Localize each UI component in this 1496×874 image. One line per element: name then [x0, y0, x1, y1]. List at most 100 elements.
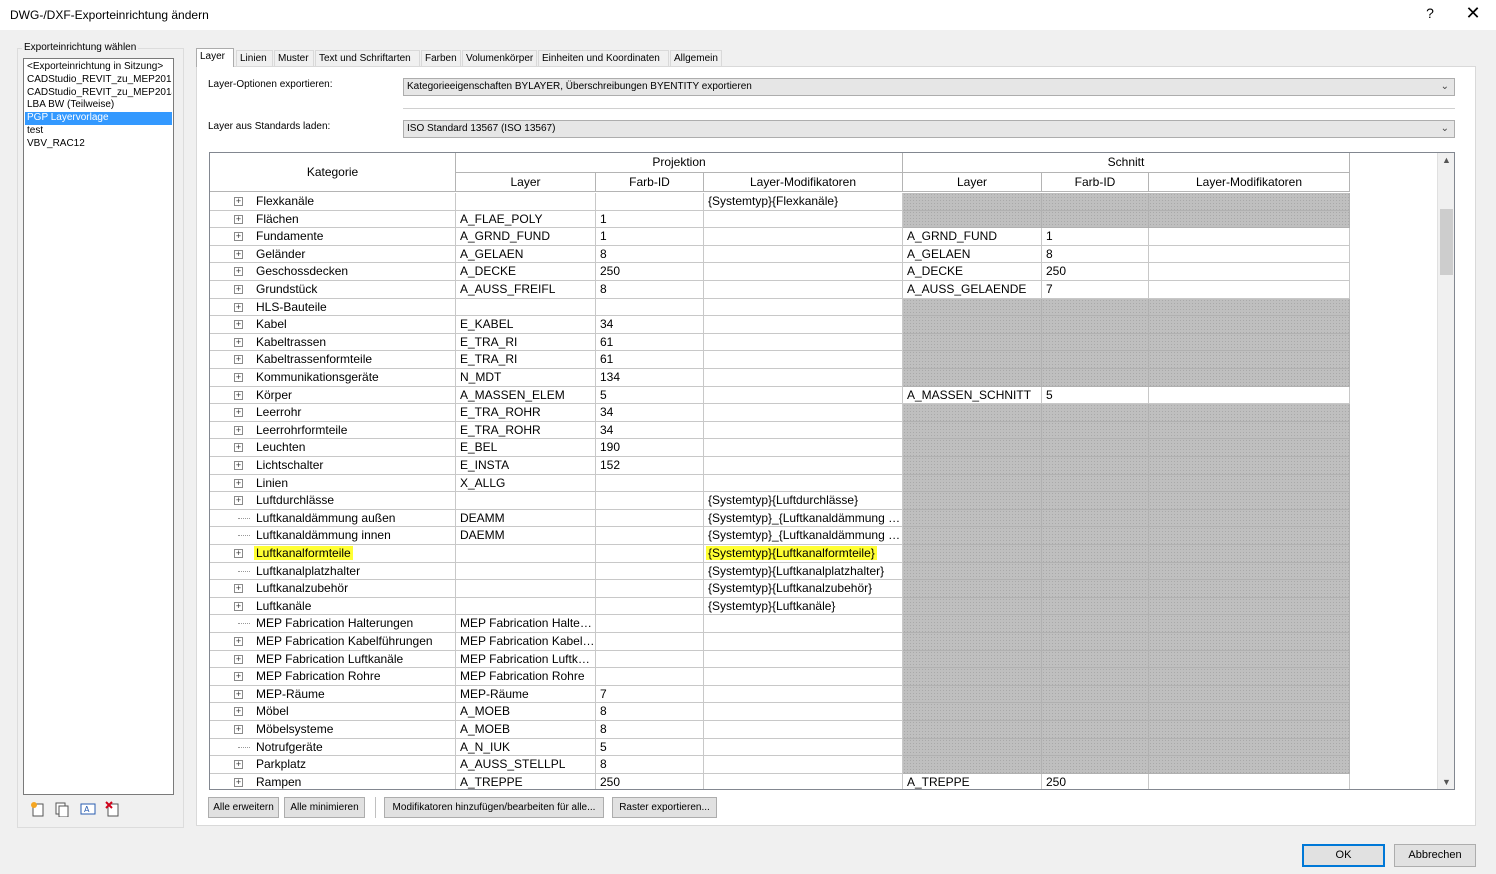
rename-setup-icon[interactable]: A: [80, 801, 96, 817]
schnitt-mod-cell[interactable]: [1149, 351, 1350, 369]
table-row[interactable]: + Leerrohr E_TRA_ROHR 34: [210, 404, 1438, 422]
schnitt-mod-cell[interactable]: [1149, 633, 1350, 651]
setup-list-item[interactable]: PGP Layervorlage: [25, 112, 172, 125]
proj-mod-cell[interactable]: [704, 615, 903, 633]
expand-icon[interactable]: +: [234, 337, 243, 347]
proj-farb-cell[interactable]: [596, 545, 704, 563]
expand-icon[interactable]: +: [234, 672, 243, 682]
tab-layer[interactable]: Layer: [196, 48, 234, 67]
proj-layer-cell[interactable]: [456, 597, 596, 616]
proj-layer-cell[interactable]: E_KABEL: [456, 316, 596, 334]
proj-layer-cell[interactable]: [456, 298, 596, 317]
scroll-up-icon[interactable]: ▲: [1438, 155, 1454, 165]
schnitt-mod-cell[interactable]: [1149, 193, 1350, 211]
schnitt-mod-cell[interactable]: [1149, 369, 1350, 387]
proj-farb-cell[interactable]: 7: [596, 685, 704, 704]
schnitt-farb-cell[interactable]: [1042, 597, 1149, 616]
table-row[interactable]: + Fundamente A_GRND_FUND 1 A_GRND_FUND 1: [210, 228, 1438, 246]
schnitt-mod-cell[interactable]: [1149, 474, 1350, 493]
table-row[interactable]: + MEP Fabrication Luftkanäle MEP Fabricati…: [210, 650, 1438, 669]
table-row[interactable]: Luftkanaldämmung innen DAEMM {Systemtyp}_{…: [210, 527, 1438, 545]
schnitt-farb-cell[interactable]: 8: [1042, 245, 1149, 264]
schnitt-mod-cell[interactable]: [1149, 773, 1350, 789]
proj-layer-cell[interactable]: [456, 580, 596, 598]
vertical-scrollbar[interactable]: ▲ ▼: [1437, 153, 1454, 789]
schnitt-farb-cell[interactable]: [1042, 316, 1149, 334]
proj-farb-cell[interactable]: 8: [596, 721, 704, 739]
proj-farb-cell[interactable]: [596, 298, 704, 317]
table-row[interactable]: + Luftkanalformteile {Systemtyp}{Luftkanal…: [210, 545, 1438, 563]
proj-mod-cell[interactable]: [704, 474, 903, 493]
schnitt-mod-cell[interactable]: [1149, 439, 1350, 457]
schnitt-farb-cell[interactable]: [1042, 650, 1149, 669]
proj-farb-cell[interactable]: 250: [596, 773, 704, 789]
proj-farb-cell[interactable]: 190: [596, 439, 704, 457]
table-row[interactable]: + Kabel E_KABEL 34: [210, 316, 1438, 334]
standards-select[interactable]: ISO Standard 13567 (ISO 13567) ⌄: [403, 120, 1455, 138]
proj-layer-cell[interactable]: A_GRND_FUND: [456, 228, 596, 246]
proj-mod-cell[interactable]: [704, 351, 903, 369]
expand-icon[interactable]: +: [234, 267, 243, 277]
schnitt-farb-cell[interactable]: [1042, 703, 1149, 721]
proj-farb-cell[interactable]: [596, 509, 704, 528]
proj-mod-cell[interactable]: [704, 298, 903, 317]
setup-list-item[interactable]: CADStudio_REVIT_zu_MEP2014: [25, 87, 172, 100]
schnitt-farb-cell[interactable]: 1: [1042, 228, 1149, 246]
proj-layer-cell[interactable]: A_DECKE: [456, 263, 596, 281]
schnitt-mod-cell[interactable]: [1149, 668, 1350, 686]
table-row[interactable]: + Grundstück A_AUSS_FREIFL 8 A_AUSS_GELAENDE…: [210, 281, 1438, 299]
proj-layer-cell[interactable]: N_MDT: [456, 369, 596, 387]
proj-mod-cell[interactable]: [704, 650, 903, 669]
proj-mod-cell[interactable]: {Systemtyp}{Luftkanalplatzhalter}: [704, 562, 903, 581]
table-row[interactable]: + Geländer A_GELAEN 8 A_GELAEN 8: [210, 245, 1438, 264]
table-row[interactable]: + Flächen A_FLAE_POLY 1: [210, 210, 1438, 229]
proj-layer-cell[interactable]: A_TREPPE: [456, 773, 596, 789]
table-row[interactable]: + Körper A_MASSEN_ELEM 5 A_MASSEN_SCHNITT 5: [210, 386, 1438, 405]
expand-icon[interactable]: +: [234, 302, 243, 312]
proj-farb-cell[interactable]: [596, 492, 704, 510]
schnitt-layer-cell[interactable]: A_MASSEN_SCHNITT: [903, 386, 1042, 405]
table-row[interactable]: + Linien X_ALLG: [210, 474, 1438, 493]
proj-farb-cell[interactable]: 152: [596, 457, 704, 475]
schnitt-mod-cell[interactable]: [1149, 333, 1350, 352]
proj-layer-cell[interactable]: MEP Fabrication Rohre: [456, 668, 596, 686]
proj-farb-cell[interactable]: 250: [596, 263, 704, 281]
schnitt-mod-cell[interactable]: [1149, 492, 1350, 510]
proj-mod-cell[interactable]: {Systemtyp}{Luftdurchlässe}: [704, 492, 903, 510]
proj-layer-cell[interactable]: [456, 545, 596, 563]
schnitt-farb-cell[interactable]: [1042, 633, 1149, 651]
table-row[interactable]: + MEP Fabrication Rohre MEP Fabrication Ro…: [210, 668, 1438, 686]
expand-icon[interactable]: +: [234, 760, 243, 770]
proj-farb-cell[interactable]: 34: [596, 404, 704, 422]
proj-layer-cell[interactable]: A_AUSS_FREIFL: [456, 281, 596, 299]
schnitt-layer-cell[interactable]: [903, 210, 1042, 229]
collapse-all-button[interactable]: Alle minimieren: [284, 797, 365, 818]
proj-mod-cell[interactable]: [704, 228, 903, 246]
table-row[interactable]: + HLS-Bauteile: [210, 298, 1438, 317]
proj-farb-cell[interactable]: [596, 668, 704, 686]
delete-setup-icon[interactable]: [105, 801, 121, 817]
proj-farb-cell[interactable]: 8: [596, 281, 704, 299]
table-row[interactable]: Luftkanaldämmung außen DEAMM {Systemtyp}_{…: [210, 509, 1438, 528]
schnitt-farb-cell[interactable]: [1042, 492, 1149, 510]
schnitt-layer-cell[interactable]: [903, 615, 1042, 633]
expand-icon[interactable]: +: [234, 689, 243, 699]
schnitt-farb-cell[interactable]: [1042, 562, 1149, 581]
expand-icon[interactable]: +: [234, 197, 243, 206]
table-row[interactable]: + Kabeltrassenformteile E_TRA_RI 61: [210, 351, 1438, 369]
expand-icon[interactable]: +: [234, 654, 243, 664]
schnitt-layer-cell[interactable]: [903, 562, 1042, 581]
schnitt-mod-cell[interactable]: [1149, 210, 1350, 229]
proj-mod-cell[interactable]: [704, 333, 903, 352]
schnitt-layer-cell[interactable]: [903, 474, 1042, 493]
proj-farb-cell[interactable]: 61: [596, 333, 704, 352]
proj-layer-cell[interactable]: X_ALLG: [456, 474, 596, 493]
header-schnitt-mod[interactable]: Layer-Modifikatoren: [1149, 173, 1350, 192]
expand-icon[interactable]: +: [234, 285, 243, 294]
table-row[interactable]: + Lichtschalter E_INSTA 152: [210, 457, 1438, 475]
expand-icon[interactable]: +: [234, 214, 243, 224]
schnitt-mod-cell[interactable]: [1149, 738, 1350, 757]
schnitt-layer-cell[interactable]: [903, 597, 1042, 616]
tab-text-und-schriftarten[interactable]: Text und Schriftarten: [315, 50, 420, 67]
schnitt-layer-cell[interactable]: A_GELAEN: [903, 245, 1042, 264]
